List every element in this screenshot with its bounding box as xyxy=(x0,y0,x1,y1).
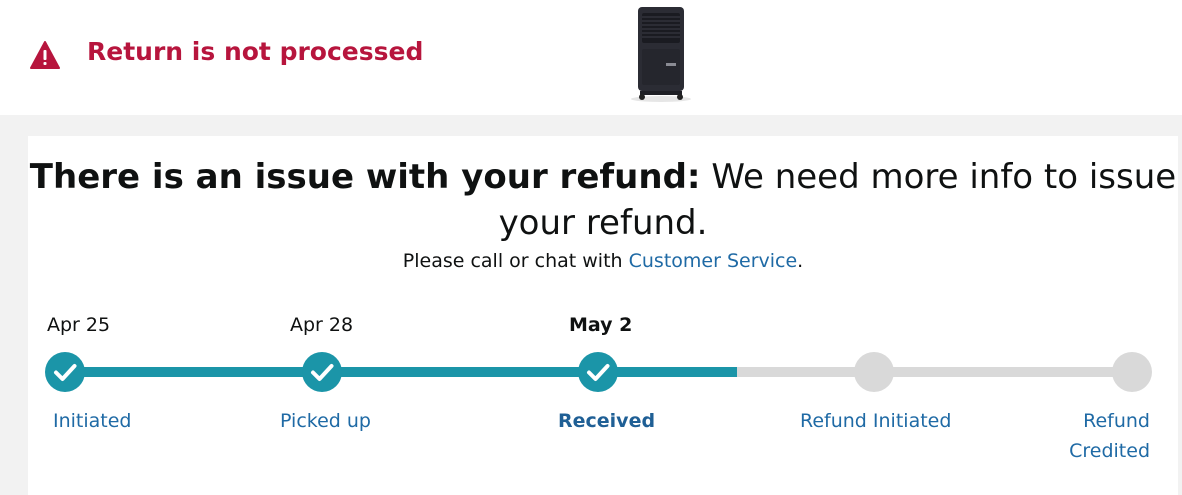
contact-instructions: Please call or chat with Customer Servic… xyxy=(28,250,1178,272)
step-node-received xyxy=(578,352,618,392)
checkmark-icon xyxy=(54,364,77,381)
progress-track-remaining xyxy=(737,367,1132,377)
step-node-refund-initiated xyxy=(854,352,894,392)
refund-issue-headline: There is an issue with your refund: We n… xyxy=(28,154,1178,246)
warning-triangle-icon xyxy=(30,41,60,69)
checkmark-icon xyxy=(311,364,334,381)
return-status-title: Return is not processed xyxy=(87,37,424,66)
checkmark-icon xyxy=(587,364,610,381)
headline-bold: There is an issue with your refund: xyxy=(29,157,701,197)
step-label-refund-credited[interactable]: Refund Credited xyxy=(1058,406,1150,466)
step-node-refund-credited xyxy=(1112,352,1152,392)
step-label-initiated[interactable]: Initiated xyxy=(53,406,132,436)
step-node-picked-up xyxy=(302,352,342,392)
customer-service-link[interactable]: Customer Service xyxy=(629,250,798,272)
air-cooler-product-image[interactable] xyxy=(626,5,696,105)
subline-suffix: . xyxy=(797,250,804,272)
step-label-picked-up[interactable]: Picked up xyxy=(280,406,371,436)
step-label-refund-initiated[interactable]: Refund Initiated xyxy=(800,406,951,436)
status-header: Return is not processed xyxy=(0,0,1182,115)
step-date-received: May 2 xyxy=(569,314,633,336)
step-date-picked-up: Apr 28 xyxy=(290,314,354,336)
subline-prefix: Please call or chat with xyxy=(402,250,629,272)
refund-issue-card: There is an issue with your refund: We n… xyxy=(28,136,1178,495)
progress-track-completed xyxy=(65,367,737,377)
step-label-received[interactable]: Received xyxy=(558,406,655,436)
step-date-initiated: Apr 25 xyxy=(47,314,111,336)
step-node-initiated xyxy=(45,352,85,392)
